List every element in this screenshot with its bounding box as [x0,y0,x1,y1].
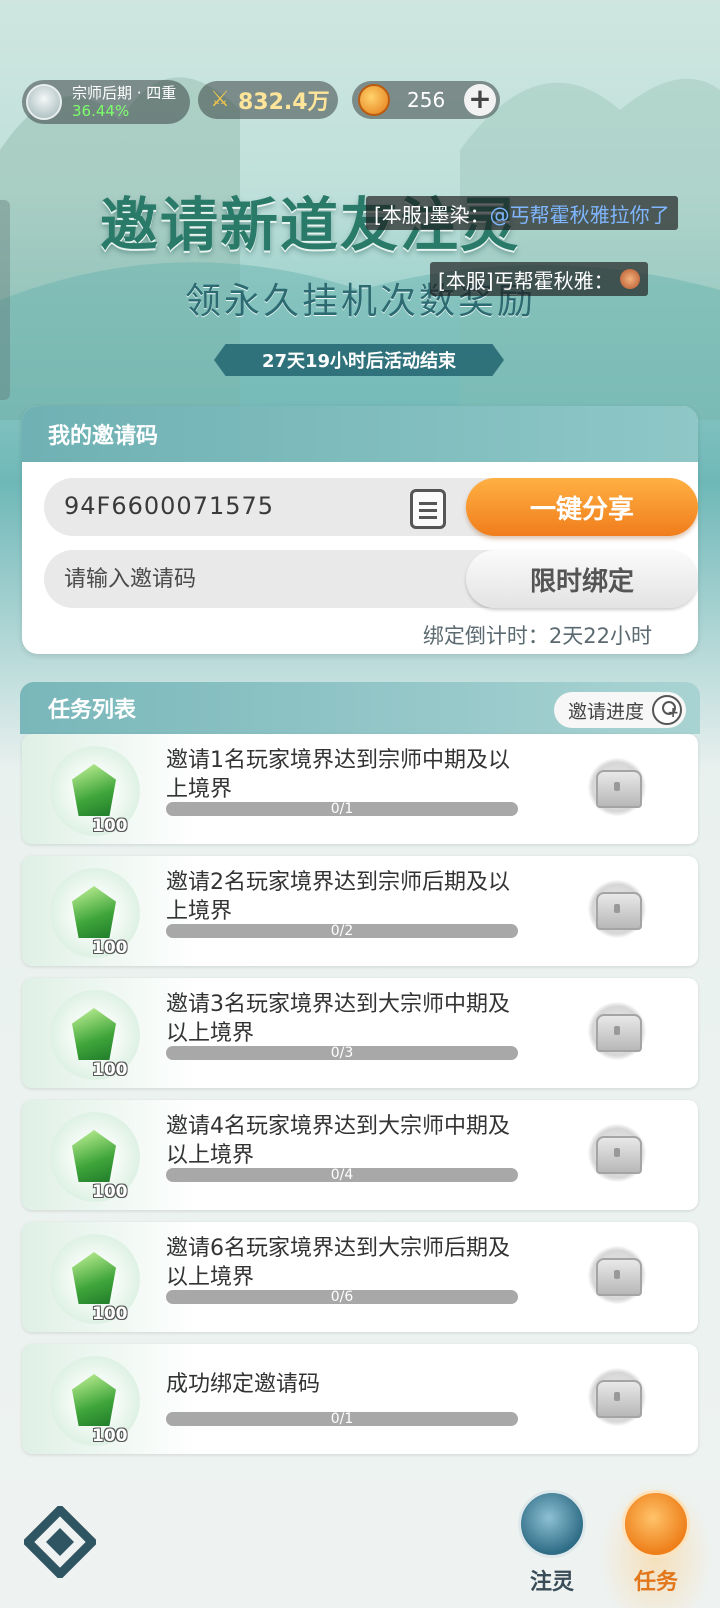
sage-avatar-icon [26,84,62,120]
green-jade-gem-icon [72,1008,116,1060]
task-item[interactable]: 100 邀请2名玩家境界达到宗师后期及以上境界 0/2 [22,856,698,966]
rank-percent: 36.44% [72,102,130,120]
coin-count: 256 [407,88,446,112]
add-user-icon [652,695,682,725]
task-progress-text: 0/3 [330,1045,354,1061]
reward-gem: 100 [50,868,140,958]
reward-count: 100 [92,1182,128,1202]
invite-code-card: 我的邀请码 94F6600071575 一键分享 限时绑定 绑定倒计时：2天22… [22,406,698,654]
reward-count: 100 [92,1426,128,1446]
copy-icon[interactable] [410,489,446,529]
reward-gem: 100 [50,746,140,836]
task-title: 邀请4名玩家境界达到大宗师中期及以上境界 [166,1114,510,1168]
reward-count: 100 [92,1060,128,1080]
chat-sender: [本服]墨染： [374,202,490,227]
green-jade-gem-icon [72,1374,116,1426]
task-progress-bar: 0/1 [166,801,518,817]
task-progress-bar: 0/2 [166,923,518,939]
invite-progress-button[interactable]: 邀请进度 [553,692,686,728]
task-title: 成功绑定邀请码 [166,1372,321,1397]
task-progress-bar: 0/6 [166,1289,518,1305]
bind-countdown: 绑定倒计时：2天22小时 [422,624,652,648]
treasure-chest-icon[interactable] [588,880,646,938]
reward-count: 100 [92,816,128,836]
task-progress-bar: 0/4 [166,1167,518,1183]
task-progress-text: 0/1 [330,1411,354,1427]
task-item[interactable]: 100 邀请4名玩家境界达到大宗师中期及以上境界 0/4 [22,1100,698,1210]
invite-progress-label: 邀请进度 [567,700,644,723]
event-countdown: 27天19小时后活动结束 [214,344,504,376]
tab-task-label: 任务 [633,1570,678,1595]
treasure-chest-icon[interactable] [588,758,646,816]
bind-button[interactable]: 限时绑定 [466,550,698,608]
task-title: 邀请2名玩家境界达到宗师后期及以上境界 [166,870,510,924]
combat-power-pill: ⚔ 832.4万 [198,81,338,119]
chat-mention[interactable]: @丐帮霍秋雅拉你了 [490,199,670,228]
task-progress-bar: 0/3 [166,1045,518,1061]
task-item[interactable]: 100 邀请3名玩家境界达到大宗师中期及以上境界 0/3 [22,978,698,1088]
spirit-leaf-icon [518,1490,586,1558]
crossed-swords-icon: ⚔ [210,87,230,112]
treasure-chest-icon[interactable] [588,1368,646,1426]
invite-card-header: 我的邀请码 [22,406,698,462]
treasure-chest-icon[interactable] [588,1246,646,1304]
task-progress-text: 0/1 [330,801,354,817]
task-item[interactable]: 100 邀请6名玩家境界达到大宗师后期及以上境界 0/6 [22,1222,698,1332]
reward-gem: 100 [50,1356,140,1446]
invite-code-value: 94F6600071575 [64,492,275,520]
task-panel: 任务列表 邀请进度 100 邀请1名玩家境界达到宗师中期及以上境界 0/1 10… [20,682,700,1462]
reward-count: 100 [92,1304,128,1324]
tab-task[interactable]: 任务 [614,1490,698,1602]
tab-spirit[interactable]: 注灵 [510,1490,594,1602]
tab-spirit-label: 注灵 [529,1570,574,1595]
task-title: 邀请6名玩家境界达到大宗师后期及以上境界 [166,1236,510,1290]
rank-name: 宗师后期 · 四重 [72,84,177,102]
invite-code-input[interactable] [44,550,464,608]
treasure-chest-icon[interactable] [588,1002,646,1060]
green-jade-gem-icon [72,1252,116,1304]
currency-pill: 256 + [352,81,500,119]
chat-sender: [本服]丐帮霍秋雅： [438,268,614,293]
task-item[interactable]: 100 邀请1名玩家境界达到宗师中期及以上境界 0/1 [22,734,698,844]
task-item[interactable]: 100 成功绑定邀请码 0/1 [22,1344,698,1454]
emoji-icon [619,269,640,289]
chat-message[interactable]: [本服]墨染： @丐帮霍秋雅拉你了 [366,196,678,230]
reward-count: 100 [92,938,128,958]
task-progress-text: 0/4 [330,1167,354,1183]
treasure-chest-icon[interactable] [588,1124,646,1182]
rank-status-pill[interactable]: 宗师后期 · 四重 36.44% [22,80,190,124]
task-progress-text: 0/2 [330,923,354,939]
scroll-task-icon [622,1490,690,1558]
task-title: 邀请3名玩家境界达到大宗师中期及以上境界 [166,992,510,1046]
task-progress-bar: 0/1 [166,1411,518,1427]
spirit-coin-icon [358,84,390,116]
reward-gem: 100 [50,1234,140,1324]
diamond-logo-icon[interactable] [24,1506,96,1578]
green-jade-gem-icon [72,764,116,816]
task-list-title: 任务列表 [48,698,137,723]
green-jade-gem-icon [72,1130,116,1182]
reward-gem: 100 [50,1112,140,1202]
green-jade-gem-icon [72,886,116,938]
task-title: 邀请1名玩家境界达到宗师中期及以上境界 [166,748,510,802]
task-progress-text: 0/6 [330,1289,354,1305]
side-drawer-handle[interactable] [0,200,10,400]
share-button[interactable]: 一键分享 [466,478,698,536]
add-currency-button[interactable]: + [464,84,496,116]
combat-power-value: 832.4万 [238,90,330,115]
reward-gem: 100 [50,990,140,1080]
chat-message[interactable]: [本服]丐帮霍秋雅： [430,262,648,296]
